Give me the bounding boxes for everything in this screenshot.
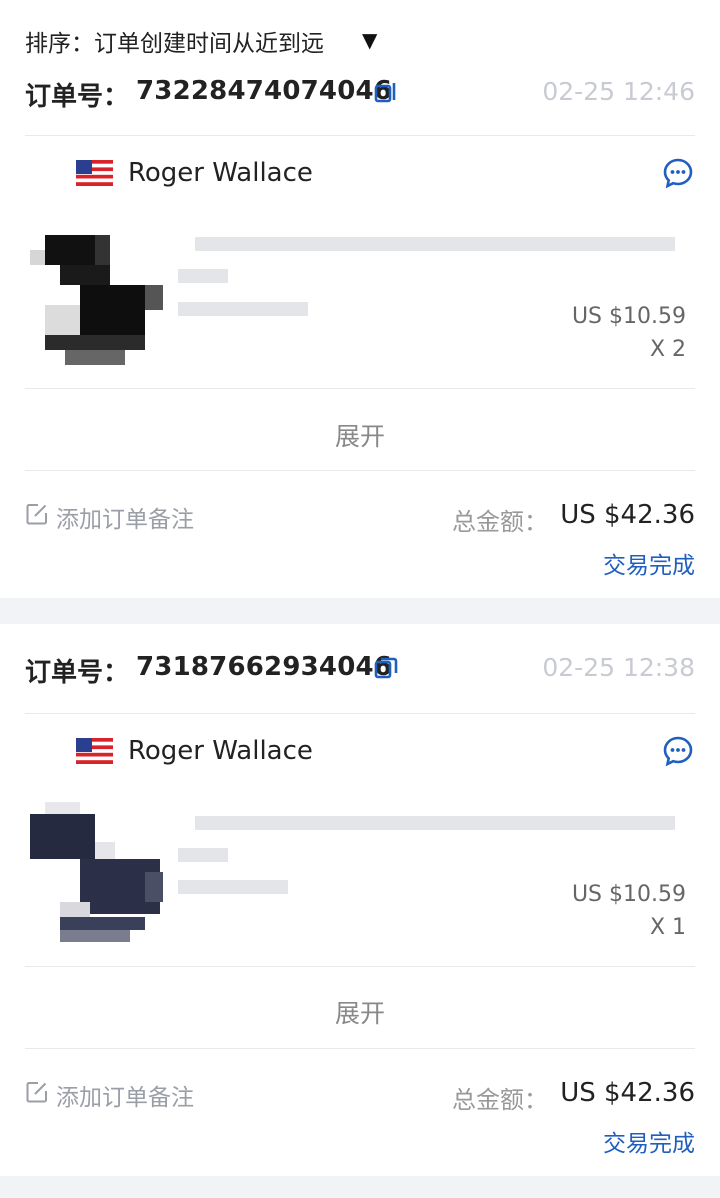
product-thumbnail[interactable] <box>30 225 165 365</box>
blurred-product-title <box>195 237 675 251</box>
copy-icon[interactable] <box>373 80 399 106</box>
product-thumbnail[interactable] <box>30 802 165 942</box>
order-number-label: 订单号： <box>25 658 130 688</box>
order-time: 02-25 12:46 <box>542 77 695 106</box>
divider <box>25 470 695 471</box>
order-number: 73228474074046 <box>136 76 393 106</box>
divider <box>25 1048 695 1049</box>
order-status[interactable]: 交易完成 <box>603 1124 695 1158</box>
edit-note-icon[interactable] <box>25 1080 49 1104</box>
total-label: 总金额： <box>452 1086 548 1114</box>
total-label: 总金额： <box>452 508 548 536</box>
caret-down-icon[interactable]: ▼ <box>362 28 377 52</box>
order-status[interactable]: 交易完成 <box>603 546 695 580</box>
buyer-name: Roger Wallace <box>128 736 313 766</box>
us-flag-icon <box>76 738 113 764</box>
total-amount: US $42.36 <box>560 1078 695 1108</box>
expand-button[interactable]: 展开 <box>0 994 720 1030</box>
order-card: 订单号： 73187662934046 02-25 12:38 Roger Wa… <box>0 624 720 1176</box>
chat-icon[interactable] <box>662 157 694 189</box>
blurred-product-sku <box>178 880 288 894</box>
order-number: 73187662934046 <box>136 652 393 682</box>
item-price: US $10.59 <box>571 882 686 907</box>
sort-label[interactable]: 排序：订单创建时间从近到远 <box>25 24 324 58</box>
add-order-note-button[interactable]: 添加订单备注 <box>56 1078 194 1112</box>
blurred-product-title <box>195 816 675 830</box>
divider <box>25 388 695 389</box>
divider <box>25 713 695 714</box>
us-flag-icon <box>76 160 113 186</box>
item-price: US $10.59 <box>571 304 686 329</box>
item-quantity: X 2 <box>649 337 686 362</box>
order-number-label: 订单号： <box>25 82 130 112</box>
chat-icon[interactable] <box>662 735 694 767</box>
blurred-product-sku <box>178 302 308 316</box>
order-card: 订单号： 73228474074046 02-25 12:46 Roger Wa… <box>0 70 720 598</box>
order-time: 02-25 12:38 <box>542 653 695 682</box>
buyer-name: Roger Wallace <box>128 158 313 188</box>
item-quantity: X 1 <box>649 915 686 940</box>
divider <box>25 135 695 136</box>
blurred-product-title-line2 <box>178 269 228 283</box>
blurred-product-title-line2 <box>178 848 228 862</box>
add-order-note-button[interactable]: 添加订单备注 <box>56 500 194 534</box>
expand-button[interactable]: 展开 <box>0 417 720 453</box>
divider <box>25 966 695 967</box>
copy-icon[interactable] <box>373 656 399 682</box>
total-amount: US $42.36 <box>560 500 695 530</box>
sort-bar[interactable]: 排序：订单创建时间从近到远 ▼ <box>0 0 720 70</box>
edit-note-icon[interactable] <box>25 502 49 526</box>
